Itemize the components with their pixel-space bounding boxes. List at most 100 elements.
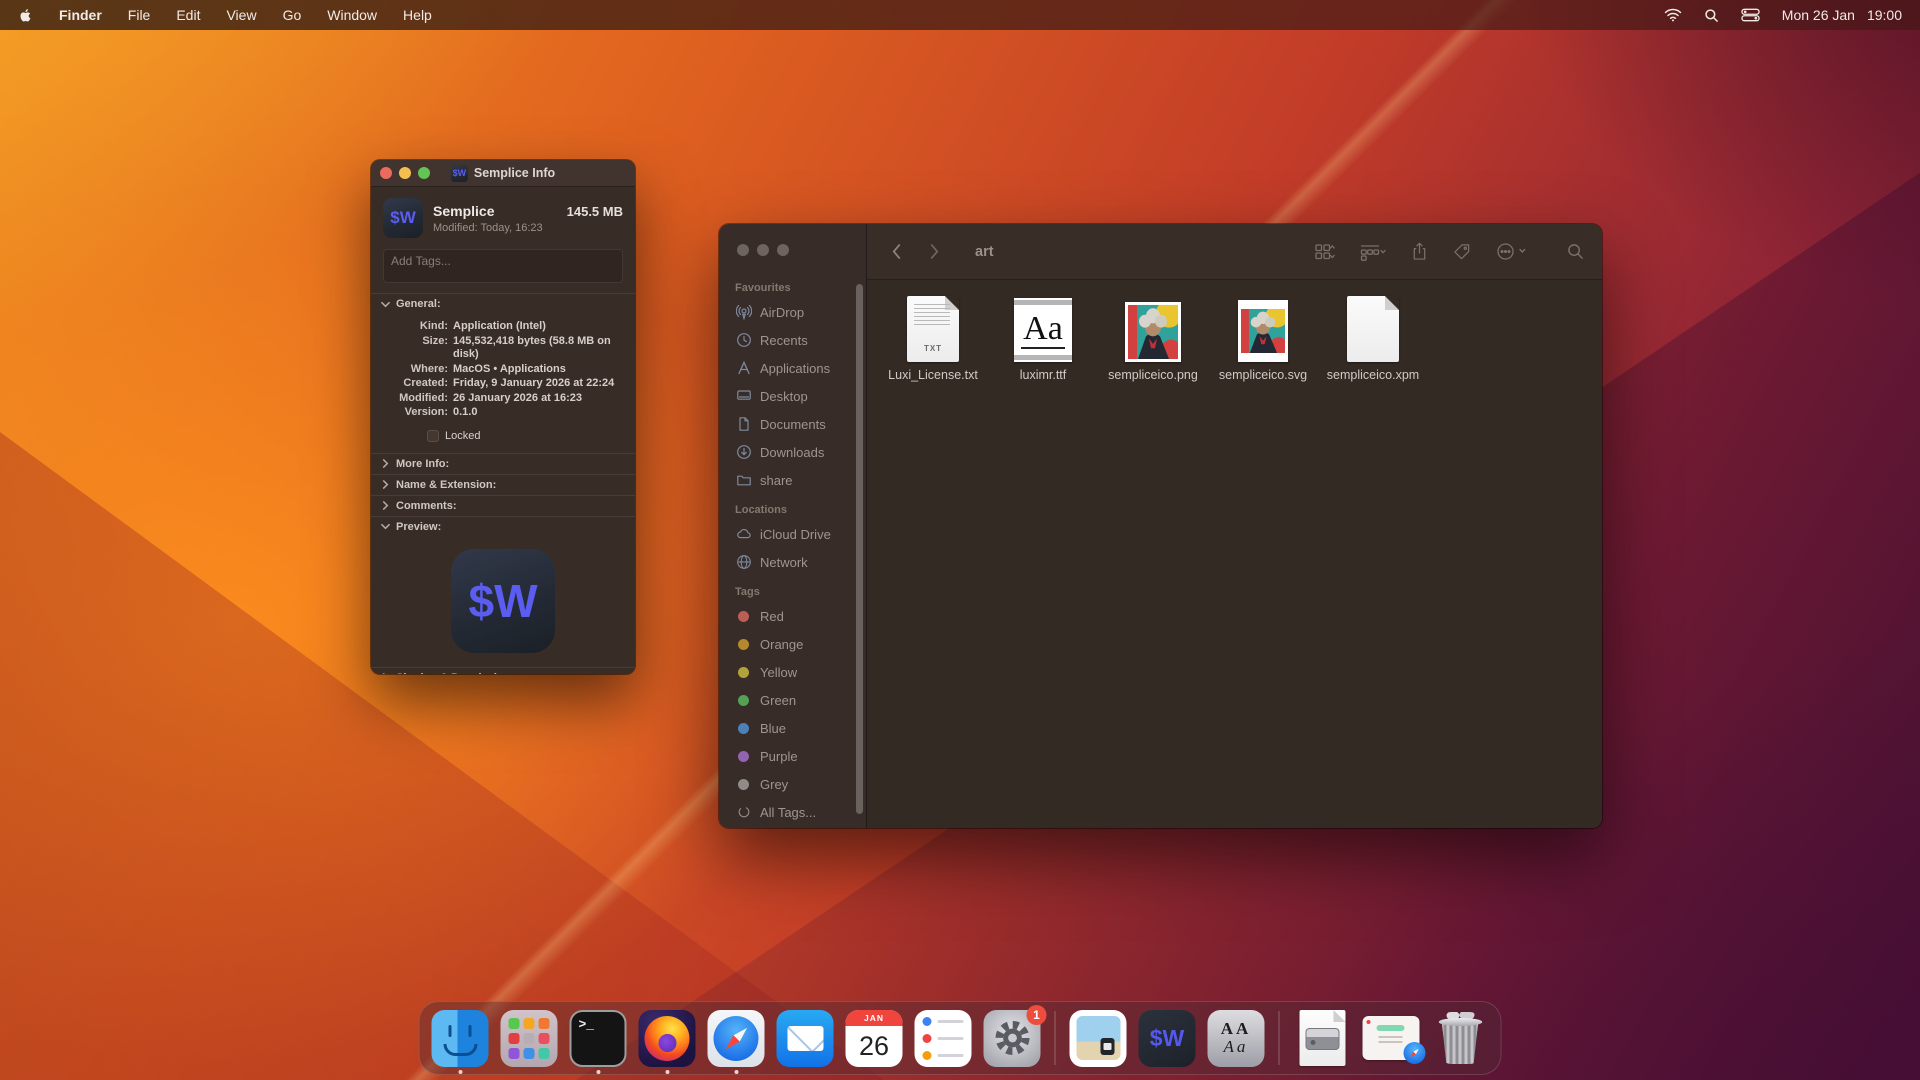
- dock-trash[interactable]: [1432, 1010, 1489, 1067]
- info-window-titlebar[interactable]: $W Semplice Info: [371, 160, 635, 187]
- dock-finder[interactable]: [432, 1010, 489, 1067]
- file-luximr-ttf[interactable]: Aa luximr.ttf: [995, 290, 1091, 382]
- dock-system-settings[interactable]: 1: [984, 1010, 1041, 1067]
- menu-window[interactable]: Window: [327, 7, 377, 23]
- section-comments[interactable]: Comments:: [371, 495, 635, 516]
- sidebar-tag-grey[interactable]: Grey: [731, 770, 866, 798]
- disclosure-triangle-icon[interactable]: [381, 459, 390, 468]
- menu-edit[interactable]: Edit: [176, 7, 200, 23]
- window-controls-inactive[interactable]: [737, 244, 866, 256]
- sidebar-item-share[interactable]: share: [731, 466, 866, 494]
- close-button[interactable]: [737, 244, 749, 256]
- minimize-button[interactable]: [399, 167, 411, 179]
- running-indicator: [458, 1070, 462, 1074]
- minimize-button[interactable]: [757, 244, 769, 256]
- dock-mail[interactable]: [777, 1010, 834, 1067]
- sidebar-tag-blue[interactable]: Blue: [731, 714, 866, 742]
- forward-button[interactable]: [923, 243, 945, 260]
- zoom-button[interactable]: [777, 244, 789, 256]
- image-thumbnail-icon: [1238, 290, 1288, 362]
- file-sempliceico-png[interactable]: sempliceico.png: [1105, 290, 1201, 382]
- general-rows: Kind: Application (Intel) Size: 145,532,…: [371, 314, 635, 453]
- tag-color-dot: [738, 751, 749, 762]
- back-button[interactable]: [885, 243, 907, 260]
- sidebar-item-desktop[interactable]: Desktop: [731, 382, 866, 410]
- sidebar-item-label: share: [760, 473, 793, 488]
- sidebar-item-icloud-drive[interactable]: iCloud Drive: [731, 520, 866, 548]
- dock-launchpad[interactable]: [501, 1010, 558, 1067]
- sidebar-tag-yellow[interactable]: Yellow: [731, 658, 866, 686]
- sidebar-item-downloads[interactable]: Downloads: [731, 438, 866, 466]
- zoom-button[interactable]: [418, 167, 430, 179]
- section-more-info[interactable]: More Info:: [371, 453, 635, 474]
- disclosure-triangle-icon[interactable]: [381, 480, 390, 489]
- share-button[interactable]: [1411, 242, 1428, 261]
- dock-calendar[interactable]: JAN 26: [846, 1010, 903, 1067]
- section-sharing-permissions[interactable]: Sharing & Permissions:: [371, 667, 635, 675]
- app-name: Semplice: [433, 203, 494, 219]
- tag-label: Orange: [760, 637, 803, 652]
- file-sempliceico-svg[interactable]: sempliceico.svg: [1215, 290, 1311, 382]
- disclosure-triangle-icon[interactable]: [381, 522, 390, 531]
- section-preview[interactable]: Preview:: [371, 516, 635, 537]
- sidebar-item-recents[interactable]: Recents: [731, 326, 866, 354]
- font-book-icon: AA Aa: [1208, 1010, 1265, 1067]
- sidebar-item-all-tags[interactable]: All Tags...: [731, 798, 866, 826]
- control-center-icon[interactable]: [1741, 8, 1760, 22]
- menu-file[interactable]: File: [128, 7, 151, 23]
- locked-checkbox[interactable]: [427, 430, 439, 442]
- dock-disk-image-document[interactable]: [1294, 1010, 1351, 1067]
- dock-minimized-safari-window[interactable]: [1363, 1010, 1420, 1067]
- more-actions-button[interactable]: [1496, 242, 1526, 261]
- sidebar-tag-green[interactable]: Green: [731, 686, 866, 714]
- disclosure-triangle-icon[interactable]: [381, 300, 390, 309]
- menu-go[interactable]: Go: [283, 7, 302, 23]
- dock-firefox[interactable]: [639, 1010, 696, 1067]
- menu-finder[interactable]: Finder: [59, 7, 102, 23]
- sidebar-item-label: AirDrop: [760, 305, 804, 320]
- dock-terminal[interactable]: >_: [570, 1010, 627, 1067]
- menu-bar: Finder File Edit View Go Window Help Mon…: [0, 0, 1920, 30]
- search-icon[interactable]: [1567, 243, 1584, 260]
- sidebar-tag-red[interactable]: Red: [731, 602, 866, 630]
- spotlight-search-icon[interactable]: [1704, 8, 1719, 23]
- folder-icon: [735, 472, 752, 488]
- dock-font-book[interactable]: AA Aa: [1208, 1010, 1265, 1067]
- dock-preview[interactable]: [1070, 1010, 1127, 1067]
- tag-button[interactable]: [1453, 243, 1471, 261]
- sidebar-item-network[interactable]: Network: [731, 548, 866, 576]
- sidebar-tag-purple[interactable]: Purple: [731, 742, 866, 770]
- apple-menu-icon[interactable]: [18, 8, 33, 23]
- desktop-icon: [735, 388, 752, 404]
- section-name-extension[interactable]: Name & Extension:: [371, 474, 635, 495]
- file-luxi-license-txt[interactable]: TXT Luxi_License.txt: [885, 290, 981, 382]
- section-general[interactable]: General:: [371, 293, 635, 314]
- add-tags-field[interactable]: [383, 249, 623, 283]
- menu-bar-clock[interactable]: Mon 26 Jan 19:00: [1782, 7, 1902, 23]
- notification-badge: 1: [1027, 1005, 1047, 1025]
- disclosure-triangle-icon[interactable]: [381, 501, 390, 510]
- sidebar-scrollbar[interactable]: [856, 284, 863, 814]
- sidebar-item-documents[interactable]: Documents: [731, 410, 866, 438]
- toolbar-tools: [1315, 242, 1584, 261]
- sidebar-item-applications[interactable]: Applications: [731, 354, 866, 382]
- add-tags-input[interactable]: [391, 254, 615, 268]
- close-button[interactable]: [380, 167, 392, 179]
- disclosure-triangle-icon[interactable]: [381, 673, 390, 674]
- file-name: Luxi_License.txt: [888, 368, 978, 382]
- sidebar-tag-orange[interactable]: Orange: [731, 630, 866, 658]
- menu-view[interactable]: View: [226, 7, 256, 23]
- dock-reminders[interactable]: [915, 1010, 972, 1067]
- menu-help[interactable]: Help: [403, 7, 432, 23]
- calendar-icon: JAN 26: [846, 1010, 903, 1067]
- dock-safari[interactable]: [708, 1010, 765, 1067]
- wifi-icon[interactable]: [1664, 8, 1682, 22]
- sidebar-item-airdrop[interactable]: AirDrop: [731, 298, 866, 326]
- tag-color-dot: [738, 639, 749, 650]
- group-by-button[interactable]: [1360, 243, 1386, 261]
- dock-semplice[interactable]: $W: [1139, 1010, 1196, 1067]
- finder-main: art: [867, 224, 1602, 828]
- globe-icon: [735, 554, 752, 570]
- view-options-button[interactable]: [1315, 243, 1335, 261]
- file-sempliceico-xpm[interactable]: sempliceico.xpm: [1325, 290, 1421, 382]
